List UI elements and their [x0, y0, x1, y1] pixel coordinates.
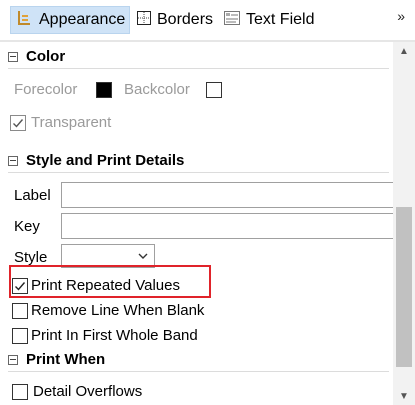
- label-input[interactable]: [61, 182, 395, 208]
- section-divider: [8, 172, 389, 173]
- forecolor-label: Forecolor: [14, 81, 78, 98]
- print-in-first-whole-band-label: Print In First Whole Band: [31, 327, 198, 344]
- tab-appearance-label: Appearance: [39, 11, 126, 28]
- color-section-header[interactable]: Color: [8, 48, 65, 65]
- section-divider: [8, 68, 389, 69]
- tab-appearance[interactable]: Appearance: [10, 6, 130, 34]
- print-when-section-header[interactable]: Print When: [8, 351, 105, 368]
- more-tabs-chevron-icon[interactable]: »: [397, 8, 405, 24]
- borders-icon: [137, 10, 151, 30]
- scroll-down-icon[interactable]: ▼: [393, 387, 415, 405]
- checkmark-icon: [13, 119, 24, 128]
- section-title: Style and Print Details: [26, 152, 185, 169]
- scrollbar-thumb[interactable]: [396, 207, 412, 367]
- tab-borders[interactable]: Borders: [137, 6, 221, 34]
- style-field-label: Style: [14, 249, 48, 266]
- tab-text-field[interactable]: Text Field: [224, 6, 324, 34]
- tab-text-field-label: Text Field: [246, 11, 315, 28]
- remove-line-when-blank-label: Remove Line When Blank: [31, 302, 205, 319]
- collapse-icon[interactable]: [8, 354, 18, 365]
- backcolor-label: Backcolor: [124, 81, 190, 98]
- collapse-icon[interactable]: [8, 51, 18, 62]
- key-input[interactable]: [61, 213, 395, 239]
- vertical-scrollbar[interactable]: ▲ ▼: [393, 42, 415, 405]
- print-in-first-whole-band-checkbox[interactable]: [12, 328, 28, 344]
- label-field-label: Label: [14, 187, 51, 204]
- section-divider: [8, 371, 389, 372]
- key-field-label: Key: [14, 218, 40, 235]
- text-field-icon: [224, 10, 240, 31]
- chevron-down-icon[interactable]: [135, 248, 151, 264]
- forecolor-swatch[interactable]: [96, 82, 112, 98]
- transparent-label: Transparent: [31, 114, 112, 131]
- tab-borders-label: Borders: [157, 11, 214, 28]
- backcolor-swatch[interactable]: [206, 82, 222, 98]
- section-title: Color: [26, 48, 66, 65]
- detail-overflows-label: Detail Overflows: [33, 383, 143, 400]
- appearance-icon: [15, 9, 33, 32]
- tab-bar: Appearance Borders Text Field »: [0, 0, 415, 40]
- scroll-up-icon[interactable]: ▲: [393, 42, 415, 60]
- collapse-icon[interactable]: [8, 155, 18, 166]
- highlight-box: [9, 265, 211, 298]
- detail-overflows-checkbox[interactable]: [12, 384, 28, 400]
- transparent-checkbox[interactable]: [10, 115, 26, 131]
- style-section-header[interactable]: Style and Print Details: [8, 152, 184, 169]
- remove-line-when-blank-checkbox[interactable]: [12, 303, 28, 319]
- properties-panel: Color Forecolor Backcolor Transparent St…: [0, 42, 395, 405]
- section-title: Print When: [26, 351, 106, 368]
